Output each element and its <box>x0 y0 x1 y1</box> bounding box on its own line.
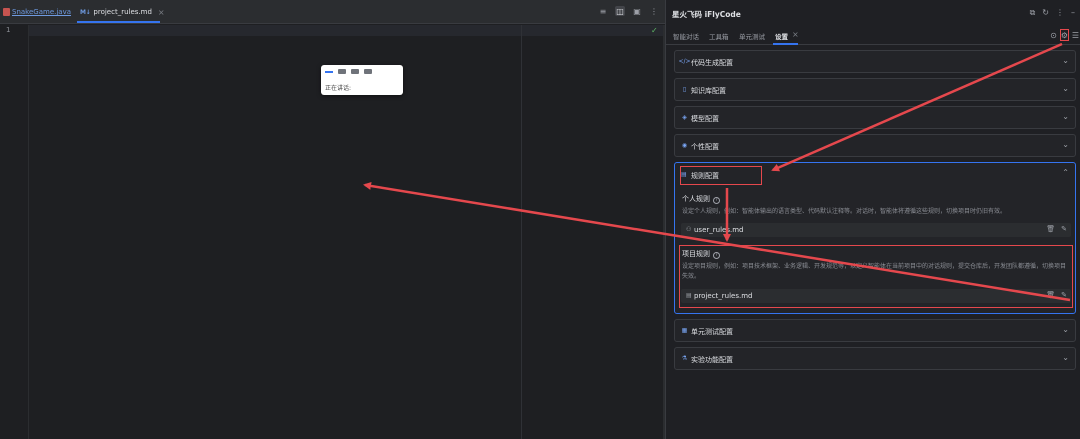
section-unit-test[interactable]: ▦ 单元测试配置 ⌄ <box>674 319 1076 342</box>
chevron-up-icon[interactable]: ⌃ <box>1062 168 1069 177</box>
open-in-window-icon[interactable]: ⧉ <box>1030 8 1036 18</box>
personal-rules-title: 个人规则? <box>682 194 720 204</box>
book-icon: ▯ <box>682 86 687 93</box>
tab-settings[interactable]: 设置 <box>775 31 788 41</box>
edit-icon[interactable]: ✎ <box>1061 291 1067 299</box>
section-knowledge-base[interactable]: ▯ 知识库配置 ⌄ <box>674 78 1076 101</box>
tab-chat[interactable]: 智能对话 <box>673 31 699 41</box>
panel-title-bar: 星火飞码 iFlyCode ⧉ ↻ ⋮ – <box>666 0 1080 26</box>
iflycode-panel: 星火飞码 iFlyCode ⧉ ↻ ⋮ – 智能对话 工具箱 单元测试 设置 ×… <box>665 0 1080 439</box>
section-code-generation[interactable]: </> 代码生成配置 ⌄ <box>674 50 1076 73</box>
help-icon[interactable]: ? <box>713 252 720 259</box>
editor-area: SnakeGame.java M↓ project_rules.md × ≡ ◫… <box>0 0 665 439</box>
chevron-down-icon: ⌄ <box>1062 353 1069 362</box>
gear-icon[interactable]: ⚙ <box>1061 31 1068 40</box>
panel-title: 星火飞码 iFlyCode <box>672 10 741 19</box>
tab-unit-test[interactable]: 单元测试 <box>739 31 765 41</box>
voice-mode-list-icon[interactable] <box>351 69 359 74</box>
project-rules-title: 项目规则? <box>682 249 720 259</box>
test-icon: ▦ <box>681 327 688 334</box>
rules-icon: ▤ <box>681 171 687 178</box>
section-personalization[interactable]: ◉ 个性配置 ⌄ <box>674 134 1076 157</box>
chevron-down-icon: ⌄ <box>1062 112 1069 121</box>
user-icon: ⚇ <box>686 226 692 233</box>
section-rules-header[interactable]: 规则配置 <box>691 171 719 181</box>
project-rules-desc: 设定项目规则，例如：项目技术框架、业务逻辑、开发规范等，以定义智能体在当前项目中… <box>682 263 1067 280</box>
personal-rules-desc: 设定个人规则，例如：智能体输出的语言类型、代码默认注释等。对话时，智能体将遵循这… <box>682 208 1007 215</box>
project-rules-file[interactable]: ▤ project_rules.md 🗑 ✎ <box>681 289 1071 303</box>
section-rules: ▤ 规则配置 ⌃ 个人规则? 设定个人规则，例如：智能体输出的语言类型、代码默认… <box>674 162 1076 314</box>
voice-status-text: 正在讲话: <box>325 85 352 92</box>
minimize-icon[interactable]: – <box>1071 8 1075 18</box>
delete-icon[interactable]: 🗑 <box>1046 225 1055 233</box>
line-number: 1 <box>6 26 11 34</box>
edit-icon[interactable]: ✎ <box>1061 225 1067 233</box>
flask-icon: ⚗ <box>681 355 688 362</box>
section-model[interactable]: ◈ 模型配置 ⌄ <box>674 106 1076 129</box>
chevron-down-icon: ⌄ <box>1062 140 1069 149</box>
active-tab-indicator <box>773 43 798 45</box>
panel-title-actions: ⧉ ↻ ⋮ – <box>1030 8 1075 18</box>
personal-rules-file[interactable]: ⚇ user_rules.md 🗑 ✎ <box>681 223 1071 237</box>
chevron-down-icon: ⌄ <box>1062 84 1069 93</box>
tab-toolbox[interactable]: 工具箱 <box>709 31 729 41</box>
section-experimental[interactable]: ⚗ 实验功能配置 ⌄ <box>674 347 1076 370</box>
menu-icon[interactable]: ☰ <box>1072 31 1079 40</box>
preview-only-icon[interactable]: ▣ <box>632 6 642 16</box>
split-view-icon[interactable]: ◫ <box>615 6 625 16</box>
more-options-icon[interactable]: ⋮ <box>649 6 659 16</box>
settings-gear-highlight: ⚙ <box>1059 29 1069 41</box>
close-icon[interactable]: × <box>158 8 165 17</box>
refresh-icon[interactable]: ↻ <box>1042 8 1049 18</box>
voice-mode-icons <box>325 69 372 74</box>
java-file-icon <box>3 8 10 16</box>
chevron-down-icon: ⌄ <box>1062 56 1069 65</box>
voice-mode-square-icon[interactable] <box>338 69 346 74</box>
panel-tab-bar: 智能对话 工具箱 单元测试 设置 × ⊙ ⚙ ☰ <box>666 26 1080 45</box>
panel-tab-actions: ⊙ ⚙ ☰ <box>1050 29 1079 41</box>
file-icon: ▤ <box>686 292 692 299</box>
cube-icon: ◈ <box>682 114 687 121</box>
voice-input-popup: 正在讲话: <box>321 65 403 95</box>
tab-snakegame-java[interactable]: SnakeGame.java <box>3 0 71 24</box>
no-problems-check-icon[interactable]: ✓ <box>651 26 658 35</box>
current-line-highlight <box>29 25 665 36</box>
line-number-gutter <box>0 25 29 439</box>
history-icon[interactable]: ⊙ <box>1050 31 1057 40</box>
editor-view-toolbar: ≡ ◫ ▣ ⋮ <box>598 6 659 16</box>
right-margin-guide <box>521 25 522 439</box>
help-icon[interactable]: ? <box>713 197 720 204</box>
editor-only-icon[interactable]: ≡ <box>598 6 608 16</box>
code-icon: </> <box>678 58 691 65</box>
voice-mode-grid-icon[interactable] <box>364 69 372 74</box>
person-icon: ◉ <box>681 142 688 149</box>
markdown-file-icon: M↓ <box>80 8 91 16</box>
active-tab-indicator <box>77 21 160 23</box>
editor-tab-bar: SnakeGame.java M↓ project_rules.md × ≡ ◫… <box>0 0 665 24</box>
close-icon[interactable]: × <box>792 30 799 39</box>
chevron-down-icon: ⌄ <box>1062 325 1069 334</box>
more-options-icon[interactable]: ⋮ <box>1056 8 1064 18</box>
voice-mode-line-icon[interactable] <box>325 70 333 73</box>
delete-icon[interactable]: 🗑 <box>1046 291 1055 299</box>
